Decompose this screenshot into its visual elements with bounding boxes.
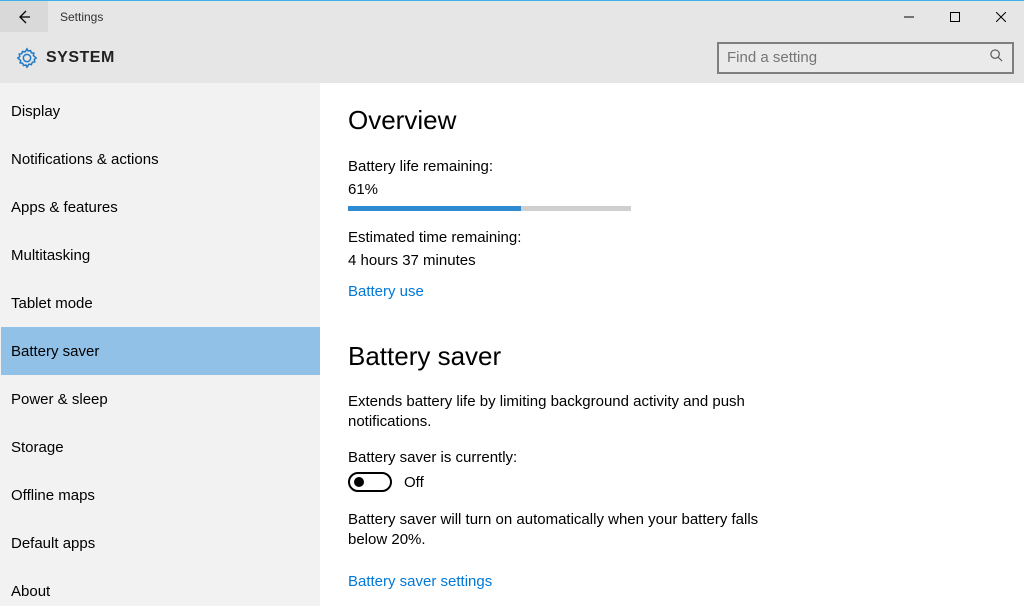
sidebar-item-label: Battery saver (11, 343, 99, 360)
sidebar-item-display[interactable]: Display (1, 87, 320, 135)
toggle-knob-icon (354, 477, 364, 487)
sidebar-item-power-sleep[interactable]: Power & sleep (1, 375, 320, 423)
sidebar-item-apps-features[interactable]: Apps & features (1, 183, 320, 231)
sidebar-item-label: Storage (11, 439, 64, 456)
sidebar-item-multitasking[interactable]: Multitasking (1, 231, 320, 279)
battery-saver-toggle[interactable] (348, 472, 392, 492)
sidebar-item-notifications[interactable]: Notifications & actions (1, 135, 320, 183)
search-icon (989, 48, 1004, 68)
maximize-icon (950, 12, 960, 22)
battery-remaining-value: 61% (348, 181, 1024, 198)
sidebar-item-label: Default apps (11, 535, 95, 552)
titlebar-spacer (103, 1, 886, 32)
titlebar: Settings (0, 0, 1024, 32)
overview-heading: Overview (348, 105, 1024, 136)
sidebar-item-label: Notifications & actions (11, 151, 159, 168)
sidebar-item-label: Tablet mode (11, 295, 93, 312)
back-arrow-icon (16, 9, 32, 25)
sidebar-item-battery-saver[interactable]: Battery saver (1, 327, 320, 375)
minimize-button[interactable] (886, 1, 932, 32)
battery-saver-toggle-state: Off (404, 474, 424, 491)
header: SYSTEM (0, 32, 1024, 83)
sidebar-item-label: Multitasking (11, 247, 90, 264)
back-button[interactable] (0, 1, 48, 32)
search-box[interactable] (717, 42, 1014, 74)
battery-saver-status-label: Battery saver is currently: (348, 449, 1024, 466)
battery-progress-fill (348, 206, 521, 211)
sidebar-item-offline-maps[interactable]: Offline maps (1, 471, 320, 519)
minimize-icon (904, 12, 914, 22)
battery-progress-bar (348, 206, 631, 211)
sidebar-item-label: Apps & features (11, 199, 118, 216)
body: Display Notifications & actions Apps & f… (0, 83, 1024, 606)
battery-saver-auto-text: Battery saver will turn on automatically… (348, 510, 778, 549)
sidebar-item-label: About (11, 583, 50, 600)
sidebar-item-label: Display (11, 103, 60, 120)
sidebar-item-storage[interactable]: Storage (1, 423, 320, 471)
battery-use-link[interactable]: Battery use (348, 283, 424, 300)
battery-saver-description: Extends battery life by limiting backgro… (348, 392, 778, 431)
window-controls (886, 1, 1024, 32)
close-button[interactable] (978, 1, 1024, 32)
close-icon (996, 12, 1006, 22)
sidebar: Display Notifications & actions Apps & f… (0, 83, 320, 606)
battery-saver-settings-link[interactable]: Battery saver settings (348, 573, 492, 590)
window-title: Settings (48, 1, 103, 32)
sidebar-item-label: Power & sleep (11, 391, 108, 408)
content: Overview Battery life remaining: 61% Est… (320, 83, 1024, 606)
sidebar-item-default-apps[interactable]: Default apps (1, 519, 320, 567)
battery-saver-toggle-row: Off (348, 472, 1024, 492)
sidebar-item-tablet-mode[interactable]: Tablet mode (1, 279, 320, 327)
settings-gear-icon (8, 47, 46, 69)
search-input[interactable] (727, 49, 989, 66)
maximize-button[interactable] (932, 1, 978, 32)
sidebar-item-label: Offline maps (11, 487, 95, 504)
estimated-time-value: 4 hours 37 minutes (348, 252, 1024, 269)
system-heading: SYSTEM (46, 49, 115, 67)
battery-remaining-label: Battery life remaining: (348, 158, 1024, 175)
sidebar-item-about[interactable]: About (1, 567, 320, 606)
estimated-time-label: Estimated time remaining: (348, 229, 1024, 246)
battery-saver-heading: Battery saver (348, 341, 1024, 372)
